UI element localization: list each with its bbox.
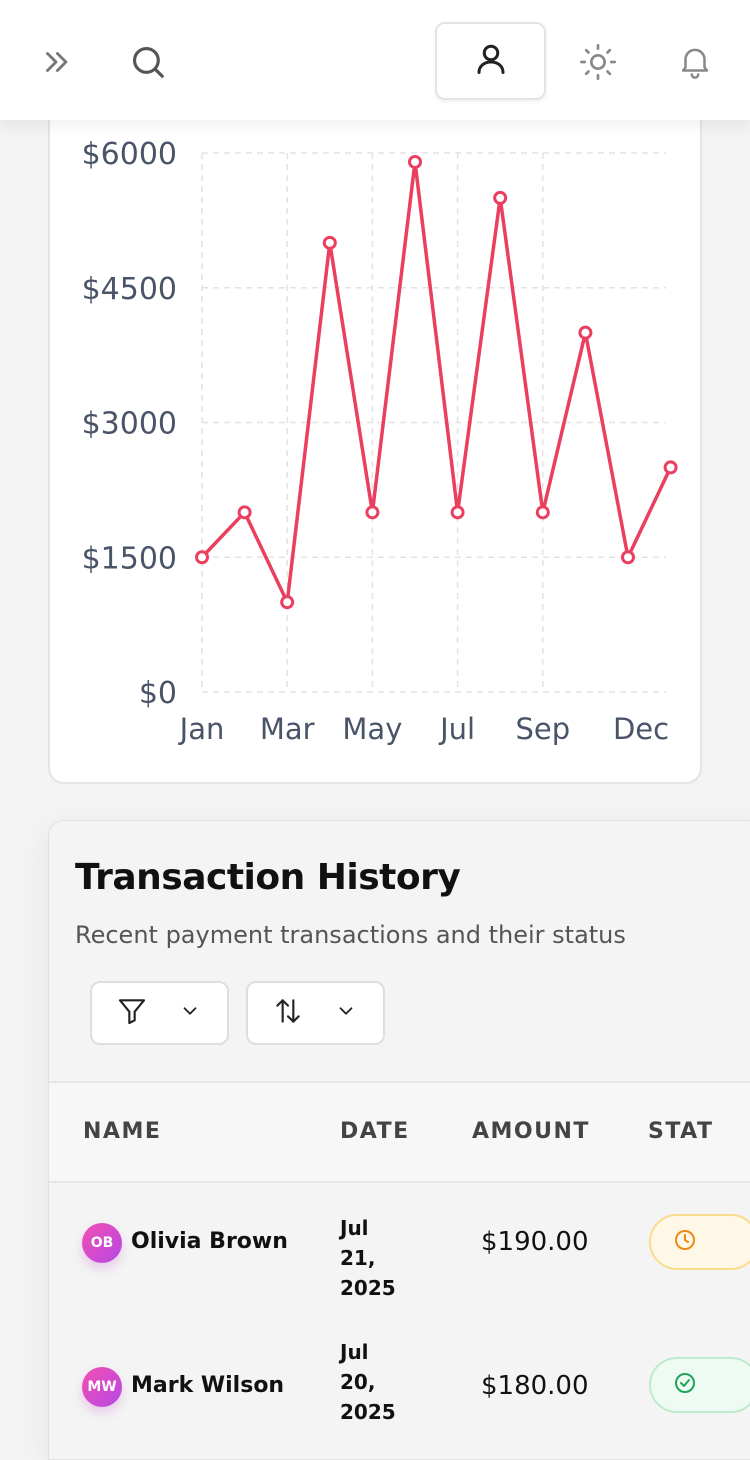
data-point	[663, 460, 678, 475]
clock-icon	[673, 1228, 697, 1256]
top-bar	[0, 0, 750, 120]
x-tick-label: Dec	[613, 712, 669, 746]
profile-button[interactable]	[435, 22, 546, 100]
date-line: 2025	[340, 1400, 396, 1424]
chevron-down-icon	[179, 1000, 201, 1026]
chevron-down-icon	[335, 1000, 357, 1026]
filter-icon	[116, 995, 148, 1031]
transaction-history-title: Transaction History	[75, 857, 461, 898]
data-point	[237, 505, 252, 520]
data-point	[280, 595, 295, 610]
user-icon	[473, 41, 509, 81]
column-header-date[interactable]: DATE	[340, 1119, 410, 1144]
x-tick-label: Sep	[515, 712, 570, 746]
check-circle-icon	[673, 1371, 697, 1399]
data-point	[578, 325, 593, 340]
double-chevron-right-icon[interactable]	[36, 42, 76, 82]
data-point	[621, 550, 635, 565]
y-tick-label: $6000	[82, 137, 177, 172]
avatar: MW	[82, 1367, 122, 1407]
column-header-status[interactable]: STAT	[648, 1119, 713, 1144]
sort-dropdown[interactable]	[246, 981, 385, 1045]
transaction-history-card: Transaction History Recent payment trans…	[48, 820, 750, 1460]
column-header-amount[interactable]: AMOUNT	[472, 1119, 590, 1144]
y-tick-label: $1500	[82, 541, 177, 576]
x-tick-label: Jan	[178, 712, 225, 746]
series-line	[200, 160, 673, 604]
data-point	[493, 190, 508, 205]
data-point	[450, 505, 465, 520]
x-tick-label: May	[342, 712, 402, 746]
customer-name: Olivia Brown	[131, 1229, 288, 1254]
data-point	[535, 505, 550, 520]
search-icon[interactable]	[126, 40, 170, 84]
table-header: NAME DATE AMOUNT STAT	[49, 1081, 750, 1183]
sun-icon[interactable]	[576, 40, 620, 84]
table-row[interactable]: OB Olivia Brown Jul 21, 2025 $190.00	[49, 1181, 750, 1321]
data-point	[195, 550, 209, 565]
transaction-date: Jul 20, 2025	[340, 1337, 410, 1427]
date-line: Jul 21,	[340, 1216, 376, 1270]
customer-name: Mark Wilson	[131, 1373, 285, 1398]
avatar: OB	[82, 1223, 122, 1263]
data-point	[365, 505, 380, 520]
table-row[interactable]: MW Mark Wilson Jul 20, 2025 $180.00	[49, 1321, 750, 1459]
status-badge	[649, 1357, 750, 1413]
transaction-history-subtitle: Recent payment transactions and their st…	[75, 921, 626, 949]
transaction-amount: $180.00	[481, 1371, 589, 1401]
date-line: Jul	[340, 1340, 369, 1364]
filter-dropdown[interactable]	[90, 981, 229, 1045]
status-badge	[649, 1214, 750, 1270]
x-tick-label: Mar	[260, 712, 315, 746]
data-point	[408, 154, 422, 169]
date-line: 20,	[340, 1370, 376, 1394]
date-line: 2025	[340, 1276, 396, 1300]
y-tick-label: $3000	[82, 407, 177, 442]
column-header-name[interactable]: NAME	[83, 1119, 161, 1144]
transaction-date: Jul 21, 2025	[340, 1213, 410, 1303]
sort-icon	[272, 995, 304, 1031]
x-tick-label: Jul	[438, 712, 475, 746]
y-tick-label: $4500	[82, 272, 177, 307]
data-point	[322, 235, 337, 250]
y-tick-label: $0	[139, 676, 177, 711]
bell-icon[interactable]	[672, 38, 718, 84]
transaction-amount: $190.00	[481, 1227, 589, 1257]
